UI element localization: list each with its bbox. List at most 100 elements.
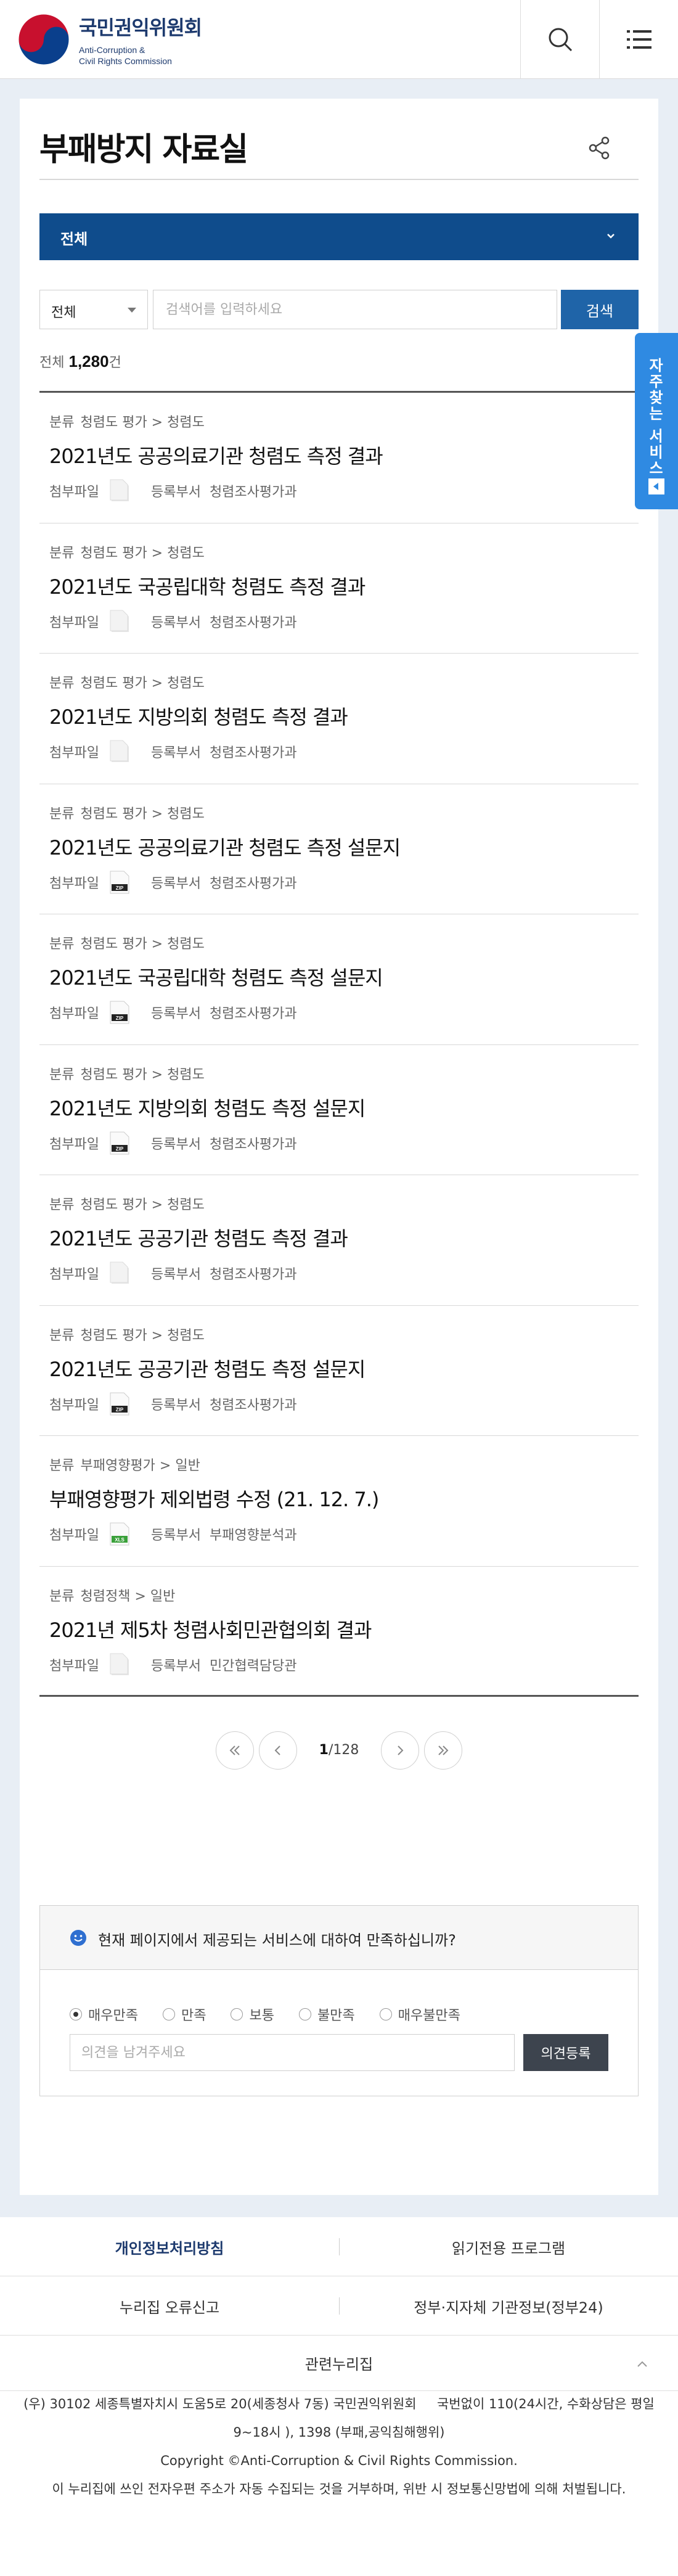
list-item[interactable]: 분류 부패영향평가 > 일반 부패영향평가 제외법령 수정 (21. 12. 7.… — [39, 1436, 639, 1567]
category-select[interactable]: 전체 — [39, 213, 639, 260]
department-value: 청렴조사평가과 — [209, 745, 297, 761]
total-pages: 128 — [333, 1742, 359, 1758]
zip-file-icon[interactable]: ZIP — [109, 871, 130, 894]
item-title-link[interactable]: 2021년도 지방의회 청렴도 측정 설문지 — [49, 1093, 366, 1122]
list-item[interactable]: 분류 청렴도 평가 > 청렴도 2021년도 공공의료기관 청렴도 측정 설문지 … — [39, 784, 639, 914]
item-title-link[interactable]: 부패영향평가 제외법령 수정 (21. 12. 7.) — [49, 1484, 379, 1512]
department-label: 등록부서 — [150, 1658, 201, 1674]
list-item[interactable]: 분류 청렴도 평가 > 청렴도 2021년도 국공립대학 청렴도 측정 결과 첨부… — [39, 523, 639, 654]
item-footer: 첨부파일 등록부서 청렴조사평가과 — [49, 740, 297, 763]
opinion-submit-button[interactable]: 의견등록 — [523, 2034, 608, 2071]
item-category: 분류 청렴정책 > 일반 — [49, 1585, 175, 1605]
privacy-policy-link[interactable]: 개인정보처리방침 — [0, 2217, 339, 2276]
logo-subtitle-line1: Anti-Corruption & — [79, 45, 145, 55]
item-title-link[interactable]: 2021년도 국공립대학 청렴도 측정 설문지 — [49, 962, 383, 991]
radio-icon[interactable] — [162, 2008, 175, 2020]
list-item[interactable]: 분류 청렴도 평가 > 청렴도 2021년도 지방의회 청렴도 측정 설문지 첨부… — [39, 1045, 639, 1175]
zip-file-icon[interactable]: ZIP — [109, 1001, 130, 1024]
item-category: 분류 청렴도 평가 > 청렴도 — [49, 1324, 205, 1344]
survey-option[interactable]: 보통 — [231, 2004, 274, 2024]
gov-info-link[interactable]: 정부·지자체 기관정보(정부24) — [339, 2276, 678, 2336]
related-sites-toggle[interactable]: 관련누리집 — [0, 2336, 678, 2391]
result-count: 전체 1,280건 — [39, 351, 121, 371]
attachment-label: 첨부파일 — [49, 876, 99, 892]
department-label: 등록부서 — [150, 745, 201, 761]
error-report-link[interactable]: 누리집 오류신고 — [0, 2276, 339, 2336]
current-page: 1 — [319, 1742, 329, 1758]
list-item[interactable]: 분류 청렴도 평가 > 청렴도 2021년도 공공기관 청렴도 측정 결과 첨부파… — [39, 1175, 639, 1306]
department-label: 등록부서 — [150, 876, 201, 892]
category-value: 청렴도 평가 > 청렴도 — [80, 1197, 205, 1213]
list-item[interactable]: 분류 청렴도 평가 > 청렴도 2021년도 공공의료기관 청렴도 측정 결과 첨… — [39, 393, 639, 523]
attachment-label: 첨부파일 — [49, 1006, 99, 1022]
menu-button[interactable] — [599, 0, 678, 79]
file-icon[interactable] — [109, 479, 130, 502]
item-footer: 첨부파일 ZIP 등록부서 청렴조사평가과 — [49, 1131, 297, 1155]
attachment-label: 첨부파일 — [49, 1528, 99, 1543]
quick-menu[interactable]: 자주찾는 서비스 — [635, 333, 678, 509]
survey-options: 매우만족 만족 보통 불만족 매우불만족 — [70, 2004, 485, 2024]
item-title-link[interactable]: 2021년도 공공의료기관 청렴도 측정 설문지 — [49, 832, 401, 861]
category-value: 청렴도 평가 > 청렴도 — [80, 676, 205, 691]
radio-icon[interactable] — [231, 2008, 243, 2020]
list-item[interactable]: 분류 청렴도 평가 > 청렴도 2021년도 공공기관 청렴도 측정 설문지 첨부… — [39, 1306, 639, 1436]
search-bar: 전체 검색 — [39, 290, 639, 329]
item-title-link[interactable]: 2021년도 지방의회 청렴도 측정 결과 — [49, 702, 348, 730]
search-input[interactable] — [153, 290, 557, 329]
item-title-link[interactable]: 2021년도 공공의료기관 청렴도 측정 결과 — [49, 441, 383, 469]
last-page-button[interactable] — [424, 1731, 462, 1770]
item-footer: 첨부파일 XLS 등록부서 부패영향분석과 — [49, 1522, 297, 1546]
item-title-link[interactable]: 2021년도 국공립대학 청렴도 측정 결과 — [49, 572, 366, 600]
search-field-select[interactable]: 전체 — [39, 290, 148, 329]
category-label: 분류 — [49, 1458, 75, 1474]
item-footer: 첨부파일 ZIP 등록부서 청렴조사평가과 — [49, 1001, 297, 1024]
file-icon[interactable] — [109, 610, 130, 633]
list-item[interactable]: 분류 청렴도 평가 > 청렴도 2021년도 지방의회 청렴도 측정 결과 첨부파… — [39, 654, 639, 784]
count-label: 전체 — [39, 355, 65, 371]
file-icon[interactable] — [109, 1261, 130, 1285]
survey-option[interactable]: 만족 — [162, 2004, 206, 2024]
zip-file-icon[interactable]: ZIP — [109, 1392, 130, 1416]
menu-icon — [626, 30, 651, 49]
file-icon[interactable] — [109, 1653, 130, 1676]
item-title-link[interactable]: 2021년 제5차 청렴사회민관협의회 결과 — [49, 1615, 372, 1643]
survey-option[interactable]: 불만족 — [298, 2004, 355, 2024]
item-title-link[interactable]: 2021년도 공공기관 청렴도 측정 설문지 — [49, 1354, 366, 1382]
count-unit: 건 — [108, 355, 121, 371]
footer-phone2: 9~18시 ), 1398 (부패,공익침해행위) — [233, 2425, 445, 2440]
site-logo[interactable]: 국민권익위원회 Anti-Corruption & Civil Rights C… — [17, 12, 202, 67]
attachment-label: 첨부파일 — [49, 1397, 99, 1413]
radio-icon[interactable] — [70, 2008, 82, 2020]
department-value: 민간협력담당관 — [209, 1658, 297, 1674]
survey-option[interactable]: 매우불만족 — [379, 2004, 460, 2024]
search-submit-button[interactable]: 검색 — [561, 290, 639, 329]
radio-icon[interactable] — [379, 2008, 392, 2020]
related-sites-label: 관련누리집 — [304, 2356, 374, 2373]
prev-page-button[interactable] — [259, 1731, 297, 1770]
share-button[interactable] — [586, 134, 613, 162]
item-title-link[interactable]: 2021년도 공공기관 청렴도 측정 결과 — [49, 1223, 348, 1252]
reader-program-link[interactable]: 읽기전용 프로그램 — [339, 2217, 678, 2276]
item-category: 분류 부패영향평가 > 일반 — [49, 1454, 200, 1474]
survey-option[interactable]: 매우만족 — [70, 2004, 138, 2024]
opinion-input[interactable] — [70, 2034, 515, 2071]
list-item[interactable]: 분류 청렴정책 > 일반 2021년 제5차 청렴사회민관협의회 결과 첨부파일 … — [39, 1567, 639, 1697]
attachment-label: 첨부파일 — [49, 1136, 99, 1152]
category-value: 청렴도 평가 > 청렴도 — [80, 1327, 205, 1343]
first-page-button[interactable] — [216, 1731, 254, 1770]
zip-file-icon[interactable]: ZIP — [109, 1131, 130, 1155]
next-page-button[interactable] — [381, 1731, 419, 1770]
category-value: 청렴도 평가 > 청렴도 — [80, 545, 205, 561]
radio-icon[interactable] — [298, 2008, 311, 2020]
xls-file-icon[interactable]: XLS — [109, 1522, 130, 1546]
item-footer: 첨부파일 등록부서 청렴조사평가과 — [49, 1261, 297, 1285]
attachment-label: 첨부파일 — [49, 1658, 99, 1674]
item-footer: 첨부파일 등록부서 민간협력담당관 — [49, 1653, 297, 1676]
file-icon[interactable] — [109, 740, 130, 763]
attachment-label: 첨부파일 — [49, 485, 99, 500]
item-footer: 첨부파일 등록부서 청렴조사평가과 — [49, 479, 297, 502]
search-button[interactable] — [520, 0, 599, 79]
share-icon — [589, 136, 610, 160]
list-item[interactable]: 분류 청렴도 평가 > 청렴도 2021년도 국공립대학 청렴도 측정 설문지 첨… — [39, 914, 639, 1045]
main-content: 부패방지 자료실 전체 전체 검색 전체 1,280건 분류청렴도 평가 > 청… — [20, 99, 658, 2195]
